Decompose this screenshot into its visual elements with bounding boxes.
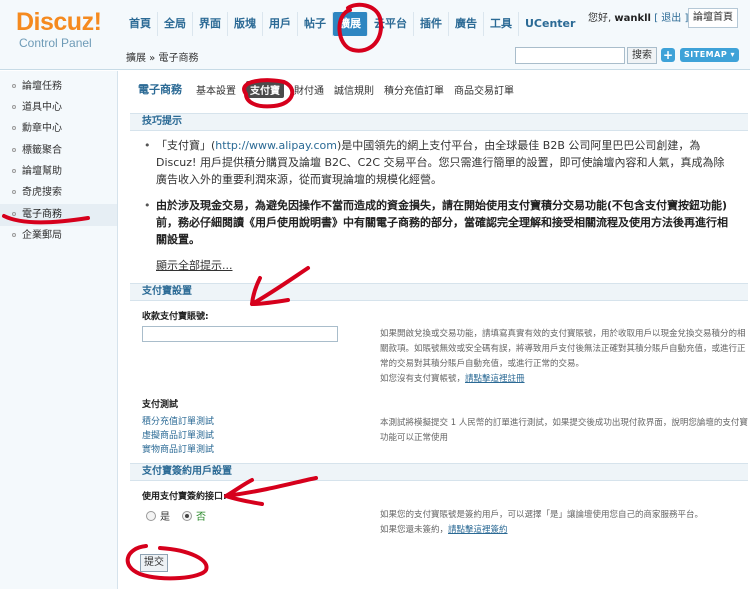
tip-warning-text: 由於涉及現金交易，為避免因操作不當而造成的資金損失，請在開始使用支付寶積分交易功… [156,199,728,246]
logo-subtitle: Control Panel [19,36,92,50]
bullet-icon [12,126,16,130]
bullet-icon: • [144,139,151,152]
bullet-icon [12,84,16,88]
sidebar-item-label: 標籤聚合 [22,145,62,156]
sidebar-item-label: 奇虎搜索 [22,187,62,198]
tip-text: 由於涉及現金交易，為避免因操作不當而造成的資金損失，請在開始使用支付寶積分交易功… [156,197,732,248]
page-title: 電子商務 [138,83,182,96]
credit-order-test-link[interactable]: 積分充值訂單測試 [142,416,214,429]
sidebar-item-label: 道具中心 [22,102,62,113]
main-nav: 首頁 全局 界面 版塊 用戶 帖子 擴展 云平台 插件 廣告 工具 UCente… [123,12,581,36]
sidebar-item-tags[interactable]: 標籤聚合 [0,140,117,162]
sidebar-item-tasks[interactable]: 論壇任務 [0,76,117,98]
sidebar-item-label: 電子商務 [22,209,62,220]
bullet-icon [12,148,16,152]
sidebar-item-mail[interactable]: 企業郵局 [0,225,117,247]
show-all-tips-link[interactable]: 顯示全部提示... [156,257,233,273]
sidebar-item-ecommerce[interactable]: 電子商務 [0,204,117,226]
nav-tools[interactable]: 工具 [484,12,519,36]
sidebar: 論壇任務 道具中心 勳章中心 標籤聚合 論壇幫助 奇虎搜索 電子商務 企業郵局 [0,71,118,589]
nav-extensions[interactable]: 擴展 [333,12,368,36]
sidebar-item-label: 勳章中心 [22,123,62,134]
tab-tenpay[interactable]: 財付通 [294,82,324,97]
sidebar-item-props[interactable]: 道具中心 [0,97,117,119]
search-button[interactable]: 搜索 [627,47,657,64]
contract-radio-group: 是 否 [146,508,218,523]
test-label: 支付測試 [142,400,179,410]
radio-no-label: 否 [196,512,206,523]
sidebar-item-qihoo[interactable]: 奇虎搜索 [0,182,117,204]
contract-label: 使用支付寶簽約接口: [142,492,227,502]
nav-posts[interactable]: 帖子 [298,12,333,36]
account-help: 如果開啟兌換或交易功能，請填寫真實有效的支付寶賬號，用於收取用戶以現金兌換交易積… [380,327,750,387]
physical-order-test-link[interactable]: 實物商品訂單測試 [142,444,214,457]
tab-credit-rules[interactable]: 誠信規則 [334,82,374,97]
bullet-icon: • [144,199,151,212]
contract-help: 如果您的支付寶賬號是簽約用戶，可以選擇「是」讓論壇使用您自己的商家服務平台。 如… [380,508,750,538]
alipay-account-input[interactable] [142,326,338,342]
bullet-icon [12,212,16,216]
tab-bar: 電子商務 基本設置 支付寶 財付通 誠信規則 積分充值訂單 商品交易訂單 [138,80,524,98]
tip-text-part: 「支付寶」( [156,139,216,152]
tab-alipay[interactable]: 支付寶 [246,80,284,98]
register-link[interactable]: 請點擊這裡註冊 [465,374,525,384]
nav-ucenter[interactable]: UCenter [519,12,581,36]
radio-yes[interactable] [146,510,156,521]
nav-global[interactable]: 全局 [158,12,193,36]
tip-text: 「支付寶」(http://www.alipay.com)是中國領先的網上支付平台… [156,137,732,188]
contract-link[interactable]: 請點擊這裡簽約 [448,525,508,535]
search-input[interactable] [515,47,625,64]
tip-item: • 「支付寶」(http://www.alipay.com)是中國領先的網上支付… [144,137,732,188]
radio-no[interactable] [182,510,192,521]
sidebar-item-help[interactable]: 論壇幫助 [0,161,117,183]
tips-header: 技巧提示 [130,113,748,131]
contract-settings-header: 支付寶簽約用戶設置 [130,463,748,481]
sidebar-item-medals[interactable]: 勳章中心 [0,118,117,140]
add-shortcut-button[interactable]: + [661,48,675,62]
greeting-text: 您好, [588,13,612,24]
sidebar-item-label: 論壇幫助 [22,166,62,177]
virtual-order-test-link[interactable]: 虛擬商品訂單測試 [142,430,214,443]
nav-home[interactable]: 首頁 [123,12,158,36]
tab-basic-settings[interactable]: 基本設置 [196,82,236,97]
test-help: 本測試將模擬提交 1 人民幣的訂單進行測試，如果提交後成功出現付款界面，說明您論… [380,418,748,443]
logo-text: Discuz! [16,8,102,36]
nav-ads[interactable]: 廣告 [449,12,484,36]
tab-credit-orders[interactable]: 積分充值訂單 [384,82,444,97]
discuz-logo[interactable]: Discuz! Control Panel [16,8,116,50]
forum-home-button[interactable]: 論壇首頁 [688,8,738,28]
bullet-icon [12,233,16,237]
username: wankll [614,13,651,24]
bullet-icon [12,105,16,109]
sitemap-button[interactable]: SITEMAP ▾ [680,48,739,62]
nav-forums[interactable]: 版塊 [228,12,263,36]
alipay-link[interactable]: http://www.alipay.com [215,139,337,152]
logout-link[interactable]: [ 退出 ] [654,13,688,24]
submit-button[interactable]: 提交 [140,554,168,572]
account-label: 收款支付寶賬號: [142,312,209,322]
tab-trade-orders[interactable]: 商品交易訂單 [454,82,514,97]
main-content: 電子商務 基本設置 支付寶 財付通 誠信規則 積分充值訂單 商品交易訂單 技巧提… [120,71,750,589]
sidebar-item-label: 論壇任務 [22,81,62,92]
nav-plugins[interactable]: 插件 [414,12,449,36]
nav-interface[interactable]: 界面 [193,12,228,36]
contract-help-text: 如果您的支付寶賬號是簽約用戶，可以選擇「是」讓論壇使用您自己的商家服務平台。 [380,510,704,520]
account-help-text: 如您沒有支付寶帳號， [380,374,466,384]
breadcrumb: 擴展 » 電子商務 [126,53,199,64]
top-bar: Discuz! Control Panel 首頁 全局 界面 版塊 用戶 帖子 … [0,0,750,70]
bullet-icon [12,169,16,173]
nav-users[interactable]: 用戶 [263,12,298,36]
nav-cloud[interactable]: 云平台 [368,12,414,36]
sub-bar: 擴展 » 電子商務 搜索 + SITEMAP ▾ [120,42,750,70]
account-help-text: 如果開啟兌換或交易功能，請填寫真實有效的支付寶賬號，用於收取用戶以現金兌換交易積… [380,329,746,369]
alipay-settings-header: 支付寶設置 [130,283,748,301]
tip-item: • 由於涉及現金交易，為避免因操作不當而造成的資金損失，請在開始使用支付寶積分交… [144,197,732,248]
contract-help-text: 如果您還未簽約， [380,525,449,535]
sidebar-item-label: 企業郵局 [22,230,62,241]
user-info: 您好, wankll [ 退出 ] [588,9,688,24]
bullet-icon [12,190,16,194]
radio-yes-label: 是 [160,512,170,523]
